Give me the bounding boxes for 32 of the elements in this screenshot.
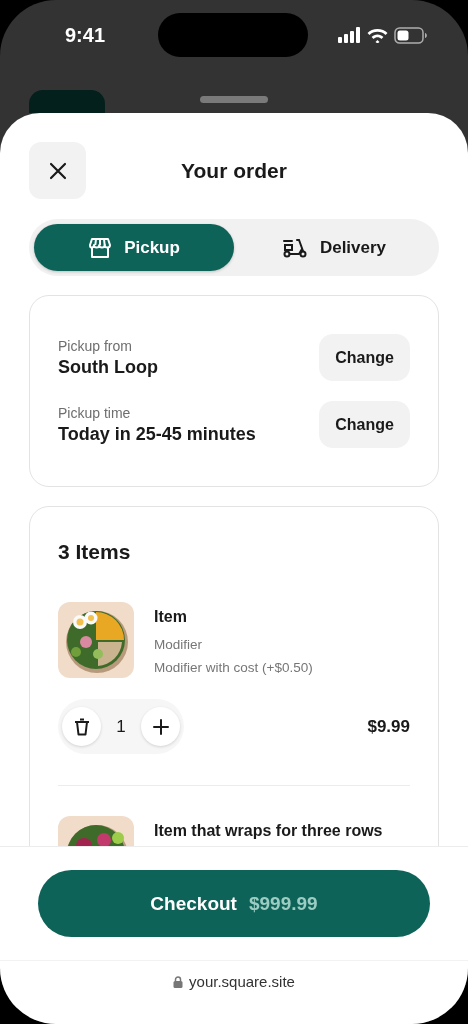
trash-icon (73, 717, 90, 736)
sheet-handle[interactable] (200, 96, 268, 103)
wifi-icon (367, 27, 388, 43)
items-heading: 3 Items (58, 539, 132, 565)
quantity-value: 1 (116, 716, 126, 737)
order-type-tab[interactable]: Delivery (234, 224, 434, 271)
plus-icon (152, 718, 169, 735)
item-price: $9.99 (367, 716, 410, 737)
detail-label: Pickup time (58, 404, 132, 421)
sheet-title: Your order (180, 158, 288, 183)
detail-value: South Loop (58, 356, 158, 378)
detail-label: Pickup from (58, 337, 133, 354)
item-name: Item that wraps for three rows (154, 822, 383, 840)
store-icon (88, 235, 113, 260)
battery-icon (394, 26, 428, 44)
change-button[interactable]: Change (319, 401, 410, 448)
item-name: Item (154, 608, 188, 626)
scooter-icon (281, 236, 308, 259)
close-button[interactable] (29, 142, 86, 199)
item-modifier: Modifier (154, 637, 203, 652)
item-modifier: Modifier with cost (+$0.50) (154, 660, 313, 675)
close-icon (48, 161, 67, 180)
address-bar[interactable]: your.square.site (173, 973, 295, 990)
lock-icon (173, 975, 184, 988)
delete-button[interactable] (62, 707, 101, 746)
detail-value: Today in 25-45 minutes (58, 423, 256, 445)
checkout-button[interactable]: Checkout $999.99 (38, 870, 430, 937)
add-button[interactable] (141, 707, 180, 746)
signal-icon (338, 27, 361, 43)
change-button[interactable]: Change (319, 334, 410, 381)
order-type-tab[interactable]: Pickup (34, 224, 234, 271)
status-time: 9:41 (65, 23, 106, 47)
